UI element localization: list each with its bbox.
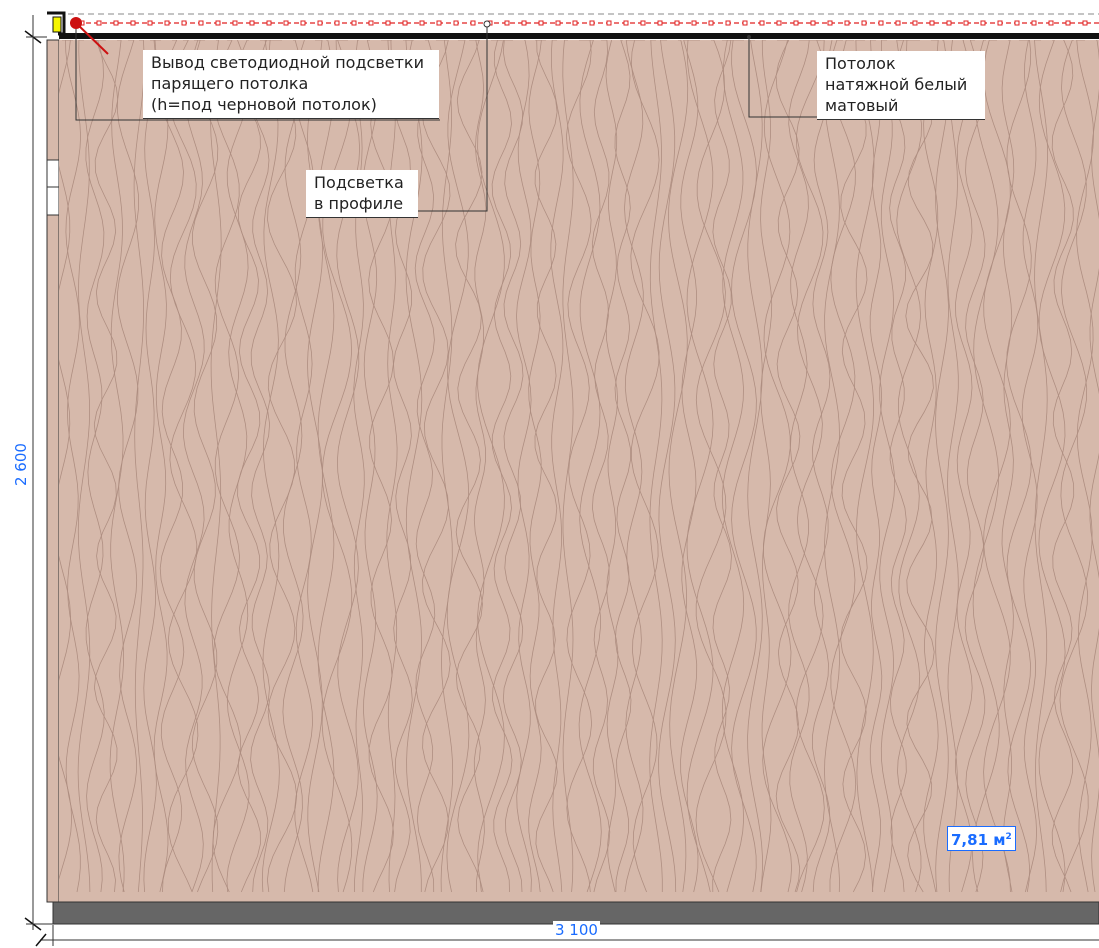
area-badge: 7,81 м2 (947, 826, 1016, 851)
led-marker (147, 20, 153, 26)
led-marker (912, 20, 918, 26)
led-marker (266, 20, 272, 26)
led-marker (215, 20, 221, 26)
led-marker (623, 20, 629, 26)
led-marker (759, 20, 765, 26)
led-marker (402, 20, 408, 26)
led-marker (997, 20, 1003, 26)
height-dimension-label: 2 600 (12, 443, 30, 486)
led-marker (453, 20, 459, 26)
profile-led-insert (52, 16, 62, 33)
led-marker (946, 20, 952, 26)
note-ceiling: Потолок натяжной белый матовый (817, 51, 985, 120)
led-marker (810, 20, 816, 26)
led-marker (521, 20, 527, 26)
led-marker (351, 20, 357, 26)
led-marker (589, 20, 595, 26)
led-marker (436, 20, 442, 26)
led-marker (164, 20, 170, 26)
led-marker (130, 20, 136, 26)
led-marker (708, 20, 714, 26)
led-marker (334, 20, 340, 26)
led-marker (793, 20, 799, 26)
led-marker (1065, 20, 1071, 26)
led-marker (232, 20, 238, 26)
led-marker (640, 20, 646, 26)
wall-elevation-drawing (24, 11, 1099, 947)
area-value: 7,81 м (951, 831, 1006, 849)
led-marker (606, 20, 612, 26)
led-marker (538, 20, 544, 26)
led-marker (1014, 20, 1020, 26)
led-marker (283, 20, 289, 26)
width-dimension-label: 3 100 (553, 921, 600, 939)
led-marker (878, 20, 884, 26)
led-marker (776, 20, 782, 26)
led-marker (96, 20, 102, 26)
led-marker (1048, 20, 1054, 26)
led-marker (1082, 20, 1088, 26)
led-marker (827, 20, 833, 26)
led-marker (861, 20, 867, 26)
led-marker (555, 20, 561, 26)
led-marker (572, 20, 578, 26)
area-unit-sup: 2 (1005, 832, 1012, 842)
led-marker (929, 20, 935, 26)
led-marker (113, 20, 119, 26)
led-marker (470, 20, 476, 26)
profile-leader-dot (483, 20, 491, 28)
led-marker (198, 20, 204, 26)
led-marker (385, 20, 391, 26)
led-marker (181, 20, 187, 26)
led-marker (895, 20, 901, 26)
led-marker (504, 20, 510, 26)
led-marker (980, 20, 986, 26)
led-marker (691, 20, 697, 26)
led-marker (725, 20, 731, 26)
led-marker (844, 20, 850, 26)
led-marker (657, 20, 663, 26)
led-marker (742, 20, 748, 26)
led-marker (300, 20, 306, 26)
ceiling-line (59, 33, 1099, 39)
led-marker (317, 20, 323, 26)
led-marker (1031, 20, 1037, 26)
led-marker (249, 20, 255, 26)
led-marker (963, 20, 969, 26)
note-profile-light: Подсветка в профиле (306, 170, 418, 218)
note-led-outlet: Вывод светодиодной подсветки парящего по… (143, 50, 439, 119)
led-marker (368, 20, 374, 26)
led-marker (674, 20, 680, 26)
led-marker (419, 20, 425, 26)
